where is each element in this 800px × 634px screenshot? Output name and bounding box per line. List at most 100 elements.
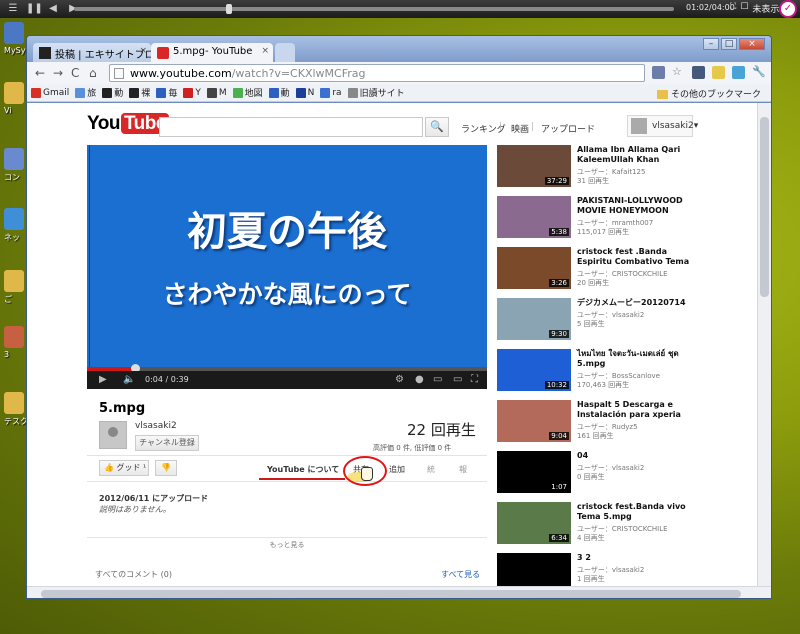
related-video-title[interactable]: Haspalt 5 Descarga e Instalación para xp…	[577, 400, 695, 420]
subscribe-button[interactable]: チャンネル登録	[135, 435, 199, 451]
window-close-icon[interactable]: ×	[739, 38, 765, 50]
address-bar[interactable]: www.youtube.com/watch?v=CKXlwMCFrag	[109, 64, 645, 82]
tab-report[interactable]: 報	[459, 464, 467, 475]
related-video-item[interactable]: 37:29 Allama Ibn Allama Qari KaleemUllah …	[497, 145, 697, 191]
related-video-title[interactable]: cristock fest.Banda vivo Tema 5.mpg	[577, 502, 695, 522]
play-icon[interactable]: ▶	[99, 374, 107, 385]
desktop-icon[interactable]: Vi	[4, 82, 28, 115]
bookmark-item[interactable]: N	[295, 87, 314, 98]
annotations-icon[interactable]: ●	[415, 374, 424, 385]
video-thumbnail[interactable]: 3:26	[497, 247, 571, 289]
nav-upload[interactable]: アップロード	[541, 122, 595, 135]
camera-icon[interactable]	[692, 66, 705, 79]
bookmark-item[interactable]: 動	[268, 86, 290, 99]
desktop-icon[interactable]: 3	[4, 326, 28, 359]
bookmark-item[interactable]: M	[206, 87, 227, 98]
bookmark-item[interactable]: Y	[183, 87, 201, 98]
desktop-icon[interactable]: MySy	[4, 22, 28, 55]
see-all-link[interactable]: すべて見る	[441, 569, 480, 580]
desktop-icon[interactable]: ネッ	[4, 208, 28, 243]
menu-icon[interactable]: ☰	[6, 2, 20, 16]
owner-avatar[interactable]	[99, 421, 127, 449]
settings-icon[interactable]: ⚙	[395, 374, 404, 385]
related-video-title[interactable]: Allama Ibn Allama Qari KaleemUllah Khan	[577, 145, 695, 165]
tab-youtube[interactable]: 5.mpg- YouTube ×	[151, 43, 273, 62]
nav-movies[interactable]: 映画	[511, 122, 529, 135]
video-thumbnail[interactable]: 10:32	[497, 349, 571, 391]
close-icon[interactable]: ×	[261, 46, 269, 56]
video-thumbnail[interactable]: 9:30	[497, 298, 571, 340]
wrench-icon[interactable]: 🔧	[752, 66, 766, 79]
search-button[interactable]: 🔍	[425, 117, 449, 137]
bookmark-item[interactable]: 毎	[156, 86, 177, 99]
tab-add[interactable]: 追加	[389, 464, 405, 475]
bookmark-item[interactable]: Gmail	[31, 87, 69, 98]
video-thumbnail[interactable]: 6:34	[497, 502, 571, 544]
small-player-icon[interactable]: ▭	[433, 374, 442, 385]
prev-icon[interactable]: ◀	[46, 2, 60, 16]
fullscreen-icon[interactable]: ⛶	[471, 374, 478, 385]
other-bookmarks[interactable]: その他のブックマーク	[656, 87, 761, 100]
back-icon[interactable]: ←	[35, 66, 45, 80]
video-thumbnail[interactable]: 5:38	[497, 196, 571, 238]
horizontal-scrollbar[interactable]	[27, 586, 771, 598]
video-thumbnail[interactable]	[497, 553, 571, 586]
related-video-title[interactable]: 04	[577, 451, 695, 461]
related-video-title[interactable]: cristock fest .Banda Espiritu Combativo …	[577, 247, 695, 267]
related-video-item[interactable]: 10:32 ไหมไทย ใจตะวัน-เมดเล่ย์ ชุด 5.mpg ユー…	[497, 349, 697, 395]
vertical-scrollbar[interactable]	[757, 103, 771, 586]
tab-stats[interactable]: 統	[427, 464, 435, 475]
reload-icon[interactable]: C	[71, 66, 79, 80]
maximize-icon[interactable]: □	[721, 38, 737, 50]
large-player-icon[interactable]: ▭	[453, 374, 462, 385]
checkbox-icon[interactable]: ☐	[740, 2, 748, 15]
related-video-item[interactable]: 9:30 デジカメムービー20120714 ユーザー：vlsasaki2 5 回再生	[497, 298, 697, 344]
show-more-button[interactable]: もっと見る	[87, 537, 487, 549]
desktop-icon[interactable]: ご	[4, 270, 28, 305]
desktop-icon[interactable]: コン	[4, 148, 28, 183]
extension-icon[interactable]	[712, 66, 725, 79]
bookmark-item[interactable]: 裸	[129, 86, 150, 99]
star-icon[interactable]: ☆	[672, 66, 685, 79]
related-video-title[interactable]: PAKISTANI-LOLLYWOOD MOVIE HONEYMOON	[577, 196, 695, 216]
related-video-item[interactable]: 6:34 cristock fest.Banda vivo Tema 5.mpg ユ…	[497, 502, 697, 548]
related-video-item[interactable]: 9:04 Haspalt 5 Descarga e Instalación par…	[497, 400, 697, 446]
hide-label[interactable]: 未表示	[752, 2, 779, 15]
bookmark-item[interactable]: 地図	[232, 86, 263, 99]
dislike-button[interactable]: 👎	[155, 460, 177, 476]
fullscreen-icon[interactable]: ⛶	[730, 2, 736, 15]
related-video-item[interactable]: 3:26 cristock fest .Banda Espiritu Combat…	[497, 247, 697, 293]
bookmark-item[interactable]: 旧讀サイト	[347, 86, 405, 99]
new-tab-button[interactable]	[275, 43, 295, 62]
desktop-icon[interactable]: テスク	[4, 392, 28, 427]
minimize-icon[interactable]: –	[703, 38, 719, 50]
related-video-item[interactable]: 5:38 PAKISTANI-LOLLYWOOD MOVIE HONEYMOON ユ…	[497, 196, 697, 242]
home-icon[interactable]: ⌂	[89, 66, 97, 80]
volume-icon[interactable]: 🔈	[123, 374, 135, 385]
forward-icon[interactable]: →	[53, 66, 63, 80]
video-player[interactable]: 初夏の午後 さわやかな風にのって ▶ 🔈 0:04 / 0:39 ⚙ ● ▭ ▭…	[87, 145, 487, 389]
player-seek-bar[interactable]	[74, 7, 674, 11]
scroll-thumb[interactable]	[760, 117, 769, 297]
user-menu[interactable]: vlsasaki2▾	[627, 115, 698, 137]
related-video-title[interactable]: ไหมไทย ใจตะวัน-เมดเล่ย์ ชุด 5.mpg	[577, 349, 695, 369]
bookmark-item[interactable]: ra	[320, 87, 342, 98]
related-video-title[interactable]: デジカメムービー20120714	[577, 298, 695, 308]
video-thumbnail[interactable]: 1:07	[497, 451, 571, 493]
sync-icon[interactable]	[732, 66, 745, 79]
related-video-item[interactable]: 3 2 ユーザー：vlsasaki2 1 回再生	[497, 553, 697, 586]
translate-icon[interactable]	[652, 66, 665, 79]
owner-name[interactable]: vlsasaki2	[135, 421, 177, 431]
tab-about[interactable]: YouTube について	[267, 464, 339, 475]
related-video-title[interactable]: 3 2	[577, 553, 695, 563]
search-input[interactable]	[159, 117, 423, 137]
video-thumbnail[interactable]: 37:29	[497, 145, 571, 187]
like-button[interactable]: 👍 グッド ¹	[99, 460, 149, 476]
scroll-thumb[interactable]	[41, 590, 741, 598]
close-icon[interactable]: ×	[139, 46, 147, 56]
bookmark-item[interactable]: 旅	[75, 86, 96, 99]
youtube-logo[interactable]: You Tube	[87, 113, 169, 135]
player-seek-knob[interactable]	[226, 4, 232, 14]
video-thumbnail[interactable]: 9:04	[497, 400, 571, 442]
pause-icon[interactable]: ❚❚	[26, 2, 43, 16]
